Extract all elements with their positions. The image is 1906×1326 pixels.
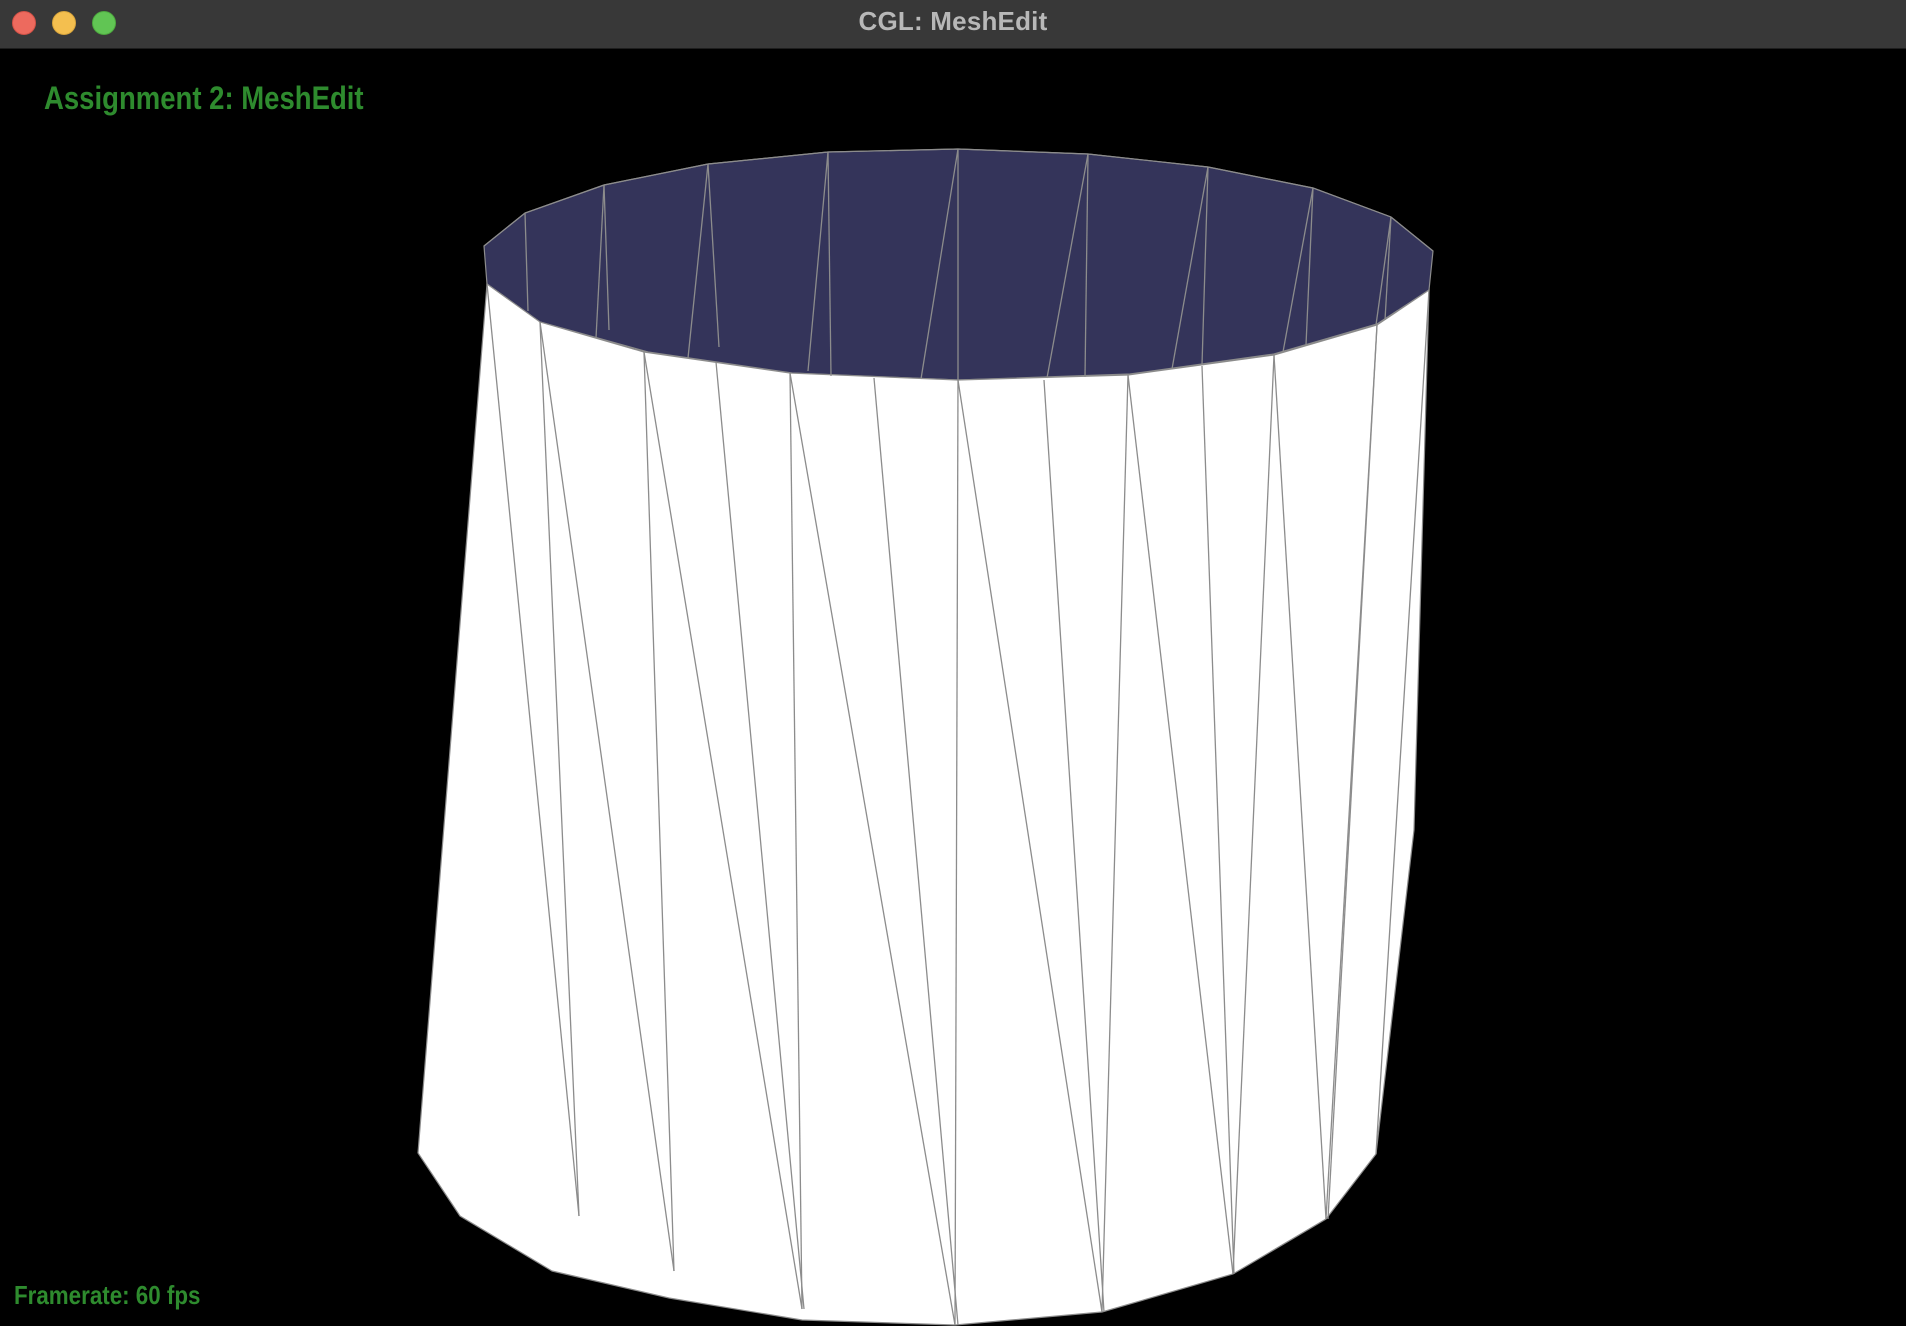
framerate-label: Framerate: 60 fps xyxy=(14,1280,201,1310)
cylinder-side-face xyxy=(417,282,1430,1326)
app-window: CGL: MeshEdit Assignment 2: MeshEdit Fra… xyxy=(0,0,1906,1326)
assignment-title-label: Assignment 2: MeshEdit xyxy=(44,80,364,116)
cylinder-mesh[interactable] xyxy=(0,0,1906,1326)
